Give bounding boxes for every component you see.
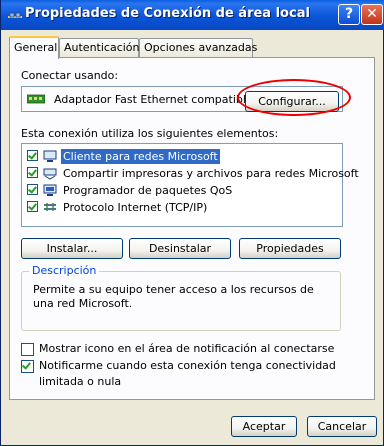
network-connection-icon [8, 12, 22, 18]
list-item-label: Cliente para redes Microsoft [61, 149, 220, 164]
option-show-icon-label: Mostrar icono en el área de notificación… [39, 342, 335, 355]
title-bar[interactable]: Propiedades de Conexión de área local ? … [1, 0, 384, 30]
description-text: Permite a su equipo tener acceso a los r… [33, 283, 314, 310]
printer-share-icon [43, 168, 57, 180]
checkbox-qos[interactable] [27, 184, 38, 195]
checkbox-ms-client[interactable] [27, 150, 38, 161]
tab-advanced-options[interactable]: Opciones avanzadas [139, 38, 257, 57]
connect-using-label: Conectar usando: [21, 69, 119, 82]
option-notify-limited-label: Notificarme cuando esta conexión tenga c… [39, 359, 336, 388]
install-button[interactable]: Instalar... [21, 238, 123, 259]
protocol-icon [44, 203, 56, 211]
cancel-button[interactable]: Cancelar [307, 416, 377, 437]
adapter-name: Adaptador Fast Ethernet compatible [54, 93, 253, 106]
checkbox-tcpip[interactable] [27, 201, 38, 212]
close-button[interactable]: ✕ [361, 4, 383, 25]
network-client-icon [43, 150, 57, 162]
qos-icon [43, 184, 57, 196]
list-item-label: Protocolo Internet (TCP/IP) [63, 201, 208, 214]
properties-button[interactable]: Propiedades [239, 238, 341, 259]
list-item-label: Programador de paquetes QoS [63, 184, 233, 197]
checkbox-notify-limited[interactable] [21, 360, 34, 373]
list-item-label: Compartir impresoras y archivos para red… [63, 167, 359, 180]
tab-general[interactable]: General [9, 36, 59, 59]
accept-button[interactable]: Aceptar [231, 416, 297, 437]
uninstall-button[interactable]: Desinstalar [129, 238, 231, 259]
window-title: Propiedades de Conexión de área local [25, 6, 310, 21]
checkbox-file-printer-sharing[interactable] [27, 167, 38, 178]
tab-authentication[interactable]: Autenticación [59, 38, 140, 57]
checkbox-show-icon[interactable] [21, 343, 34, 356]
components-label: Esta conexión utiliza los siguientes ele… [21, 127, 279, 140]
help-button[interactable]: ? [338, 4, 360, 25]
components-list: Cliente para redes Microsoft Compartir i… [21, 143, 359, 227]
description-legend: Descripción [29, 264, 100, 277]
properties-dialog: Propiedades de Conexión de área local ? … [0, 0, 384, 446]
configure-button[interactable]: Configurar... [245, 91, 339, 112]
network-adapter-icon [27, 94, 45, 104]
